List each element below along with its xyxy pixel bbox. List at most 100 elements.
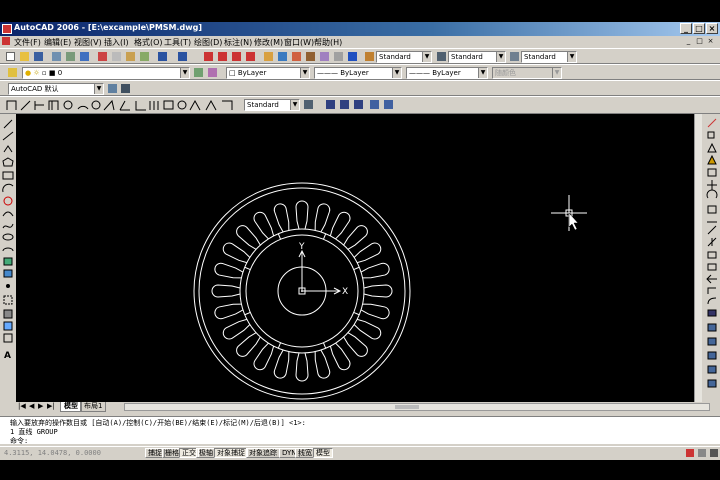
quickcalc-icon[interactable]: [334, 52, 343, 61]
draw-order-above-icon[interactable]: [354, 100, 363, 109]
command-window[interactable]: 输入要放弃的操作数目或 [自动(A)/控制(C)/开始(BE)/结束(E)/标记…: [0, 416, 720, 446]
zoom-realtime-icon[interactable]: [218, 52, 227, 61]
gradient-icon: [3, 309, 13, 319]
vertical-scrollbar[interactable]: [694, 114, 702, 402]
toggle-model[interactable]: 模型: [313, 448, 333, 458]
lock-toolbar-icon[interactable]: [698, 449, 706, 457]
autocad-window: AutoCAD 2006 - [E:\excample\PMSM.dwg] _ …: [0, 22, 720, 460]
text-front-icon[interactable]: [370, 100, 379, 109]
workspace-settings-icon[interactable]: [108, 84, 117, 93]
communication-center-icon[interactable]: [686, 449, 694, 457]
tab-first-icon[interactable]: |◀: [18, 402, 26, 410]
horizontal-scrollbar[interactable]: [124, 403, 710, 411]
linetype-select[interactable]: ——— ByLayer ▼: [314, 67, 402, 79]
toggle-polar[interactable]: 极轴: [196, 448, 216, 458]
zoom-previous-icon[interactable]: [246, 52, 255, 61]
workspace-select[interactable]: AutoCAD 默认 ▼: [8, 83, 104, 95]
layer-select[interactable]: ● ☼ ▫ ■ 0 ▼: [22, 67, 190, 79]
plot-preview-icon[interactable]: [66, 52, 75, 61]
title-bar[interactable]: AutoCAD 2006 - [E:\excample\PMSM.dwg] _ …: [0, 22, 720, 36]
tab-prev-icon[interactable]: ◀: [29, 402, 34, 410]
doc-restore-button[interactable]: □: [695, 37, 704, 46]
properties-icon[interactable]: [264, 52, 273, 61]
sheet-set-icon[interactable]: [306, 52, 315, 61]
save-icon[interactable]: [34, 52, 43, 61]
stator-slot: [253, 211, 275, 240]
menu-view[interactable]: 视图(V): [74, 37, 102, 48]
menu-file[interactable]: 文件(F): [14, 37, 41, 48]
text-style-icon: [365, 52, 374, 61]
pmsm-drawing[interactable]: YX: [16, 114, 694, 402]
plot-icon[interactable]: [52, 52, 61, 61]
help-icon[interactable]: [348, 52, 357, 61]
tab-layout1[interactable]: 布局1: [80, 402, 107, 412]
toggle-otrack[interactable]: 对象追踪: [246, 448, 280, 458]
document-icon[interactable]: [2, 37, 10, 45]
ellipse-arc-icon: [2, 247, 14, 252]
menu-modify[interactable]: 修改(M): [254, 37, 283, 48]
layer-previous-icon[interactable]: [208, 68, 217, 77]
draw-order-front-icon[interactable]: [326, 100, 335, 109]
open-icon[interactable]: [20, 52, 29, 61]
menu-edit[interactable]: 编辑(E): [44, 37, 71, 48]
tab-last-icon[interactable]: ▶|: [47, 402, 55, 410]
menu-dimension[interactable]: 标注(N): [224, 37, 252, 48]
match-properties-icon[interactable]: [140, 52, 149, 61]
command-prompt[interactable]: 命令:: [10, 436, 28, 446]
text-style-select[interactable]: Standard ▼: [376, 51, 432, 63]
dims-front-icon[interactable]: [384, 100, 393, 109]
menu-tools[interactable]: 工具(T): [164, 37, 191, 48]
scale-icon: [707, 205, 717, 214]
tool-palettes-icon[interactable]: [292, 52, 301, 61]
tab-model[interactable]: 模型: [60, 402, 82, 412]
lineweight-select[interactable]: ——— ByLayer ▼: [406, 67, 488, 79]
publish-icon[interactable]: [80, 52, 89, 61]
menu-help[interactable]: 帮助(H): [314, 37, 342, 48]
layer-manager-icon[interactable]: [8, 68, 17, 77]
rectangle-icon: [2, 171, 14, 180]
stator-slot: [222, 242, 251, 264]
dim-style-select[interactable]: Standard ▼: [448, 51, 506, 63]
menu-insert[interactable]: 插入(I): [104, 37, 129, 48]
menu-format[interactable]: 格式(O): [134, 37, 163, 48]
autocad-app-icon[interactable]: [2, 24, 12, 34]
draw-order-back-icon[interactable]: [340, 100, 349, 109]
paste-icon[interactable]: [126, 52, 135, 61]
zoom-window-icon[interactable]: [232, 52, 241, 61]
quick-dim-icon: [119, 100, 130, 111]
doc-close-button[interactable]: ×: [706, 37, 715, 46]
pan-icon[interactable]: [204, 52, 213, 61]
tab-next-icon[interactable]: ▶: [38, 402, 43, 410]
menu-draw[interactable]: 绘图(D): [194, 37, 222, 48]
dim-style-manager-icon[interactable]: [304, 100, 313, 109]
table-style-select[interactable]: Standard ▼: [521, 51, 577, 63]
minimize-button[interactable]: _: [680, 23, 692, 34]
chevron-down-icon: ▼: [496, 52, 505, 62]
explode-icon: [707, 309, 717, 317]
markup-icon[interactable]: [320, 52, 329, 61]
doc-minimize-button[interactable]: _: [684, 37, 693, 46]
arc-length-icon: [77, 105, 89, 110]
erase-icon: [707, 118, 717, 128]
save-workspace-icon[interactable]: [121, 84, 130, 93]
stator-slot: [353, 242, 382, 264]
dim-style-select-2[interactable]: Standard ▼: [244, 99, 300, 111]
hscroll-thumb[interactable]: [395, 405, 419, 409]
drawing-area[interactable]: YX: [16, 114, 694, 402]
cut-icon[interactable]: [98, 52, 107, 61]
toggle-osnap[interactable]: 对象捕捉: [214, 448, 248, 458]
design-center-icon[interactable]: [278, 52, 287, 61]
close-button[interactable]: ×: [706, 23, 718, 34]
make-object-layer-current-icon[interactable]: [194, 68, 203, 77]
clean-screen-icon[interactable]: [710, 449, 718, 457]
undo-icon[interactable]: [158, 52, 167, 61]
toggle-lineweight[interactable]: 线宽: [295, 448, 315, 458]
new-icon[interactable]: [6, 52, 15, 61]
stator-slot: [329, 342, 351, 371]
copy-icon[interactable]: [112, 52, 121, 61]
maximize-button[interactable]: □: [693, 23, 705, 34]
redo-icon[interactable]: [178, 52, 187, 61]
color-select[interactable]: □ ByLayer ▼: [226, 67, 310, 79]
bring-front-icon: [707, 337, 717, 346]
menu-window[interactable]: 窗口(W): [284, 37, 314, 48]
